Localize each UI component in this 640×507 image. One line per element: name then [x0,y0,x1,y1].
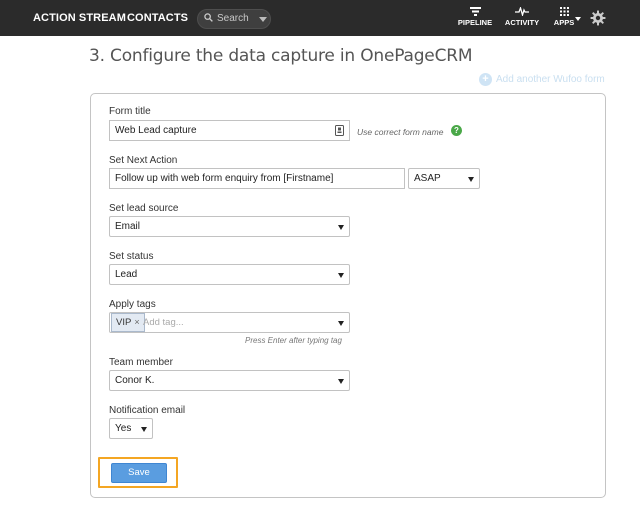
tags-label: Apply tags [109,299,156,310]
team-member-select[interactable]: Conor K. [109,370,350,391]
nav-pipeline[interactable]: PIPELINE [456,7,494,27]
form-title-input[interactable]: Web Lead capture [109,120,350,141]
form-title-value: Web Lead capture [115,125,197,136]
nav-activity-label: ACTIVITY [504,18,540,27]
form-title-hint: Use correct form name [357,127,444,137]
funnel-icon [469,7,481,16]
search-input[interactable]: Search [197,9,271,29]
form-title-label: Form title [109,106,151,117]
next-action-input[interactable]: Follow up with web form enquiry from [Fi… [109,168,405,189]
chevron-down-icon[interactable] [259,17,267,22]
chevron-down-icon [338,321,344,326]
notification-email-select[interactable]: Yes [109,418,153,439]
team-member-value: Conor K. [115,375,155,386]
tag-input-placeholder[interactable]: Add tag... [143,317,184,328]
save-button[interactable]: Save [111,463,167,483]
remove-tag-icon[interactable]: × [134,317,139,327]
search-placeholder: Search [217,13,249,24]
nav-pipeline-label: PIPELINE [457,18,493,27]
lead-source-select[interactable]: Email [109,216,350,237]
apps-dropdown-caret-icon[interactable] [575,17,581,21]
next-action-timing-value: ASAP [414,173,441,184]
chevron-down-icon [338,379,344,384]
chevron-down-icon [338,273,344,278]
top-navigation-bar: ACTION STREAM CONTACTS Search PIPELINE A… [0,0,640,36]
next-action-timing-select[interactable]: ASAP [408,168,480,189]
status-select[interactable]: Lead [109,264,350,285]
chevron-down-icon [141,427,147,432]
activity-pulse-icon [515,7,529,16]
apps-grid-icon [559,7,569,16]
lead-source-value: Email [115,221,141,232]
nav-activity[interactable]: ACTIVITY [502,7,542,27]
gear-icon[interactable] [590,10,606,26]
lead-source-label: Set lead source [109,203,179,214]
search-icon [204,13,213,22]
notification-email-label: Notification email [109,405,186,416]
page-title: 3. Configure the data capture in OnePage… [89,46,473,66]
status-value: Lead [115,269,138,280]
add-another-form-label: Add another Wufoo form [496,74,605,85]
tag-chip-vip: VIP × [111,313,145,332]
next-action-value: Follow up with web form enquiry from [Fi… [115,173,334,184]
next-action-label: Set Next Action [109,155,178,166]
help-icon[interactable]: ? [451,125,462,136]
plus-circle-icon: + [479,73,492,86]
add-another-form-link[interactable]: + Add another Wufoo form [479,73,605,86]
chevron-down-icon [468,177,474,182]
tag-chip-label: VIP [116,317,132,328]
tags-hint: Press Enter after typing tag [245,336,342,345]
contact-card-icon [335,125,344,136]
status-label: Set status [109,251,154,262]
team-member-label: Team member [109,357,173,368]
chevron-down-icon [338,225,344,230]
nav-action-stream[interactable]: ACTION STREAM [33,12,126,24]
nav-contacts[interactable]: CONTACTS [127,12,188,24]
form-settings-panel [90,93,606,498]
notification-email-value: Yes [115,423,132,434]
